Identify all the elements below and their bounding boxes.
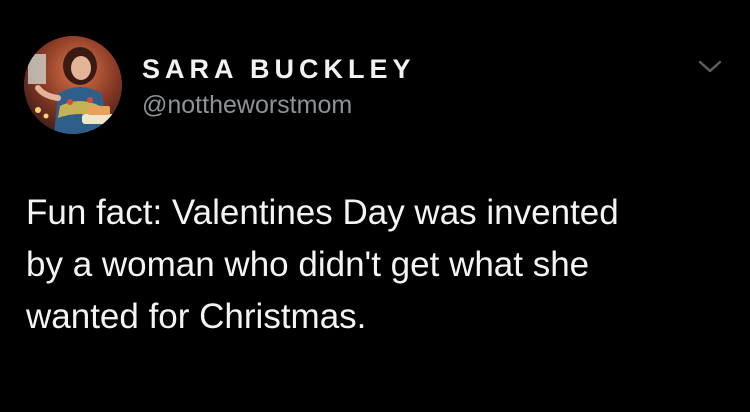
display-name[interactable]: SARA BUCKLEY: [142, 52, 416, 86]
avatar[interactable]: [24, 36, 122, 134]
tweet-card: SARA BUCKLEY @nottheworstmom Fun fact: V…: [0, 0, 750, 412]
tweet-text-line: wanted for Christmas.: [26, 297, 367, 336]
tweet-menu-button[interactable]: [696, 56, 724, 76]
profile-photo-icon: [24, 36, 122, 134]
chevron-down-icon: [698, 60, 722, 73]
user-handle[interactable]: @nottheworstmom: [142, 90, 352, 120]
tweet-text-line: Fun fact: Valentines Day was invented: [26, 193, 619, 232]
tweet-text-line: by a woman who didn't get what she: [26, 245, 590, 284]
tweet-text: Fun fact: Valentines Day was invented by…: [26, 187, 726, 343]
